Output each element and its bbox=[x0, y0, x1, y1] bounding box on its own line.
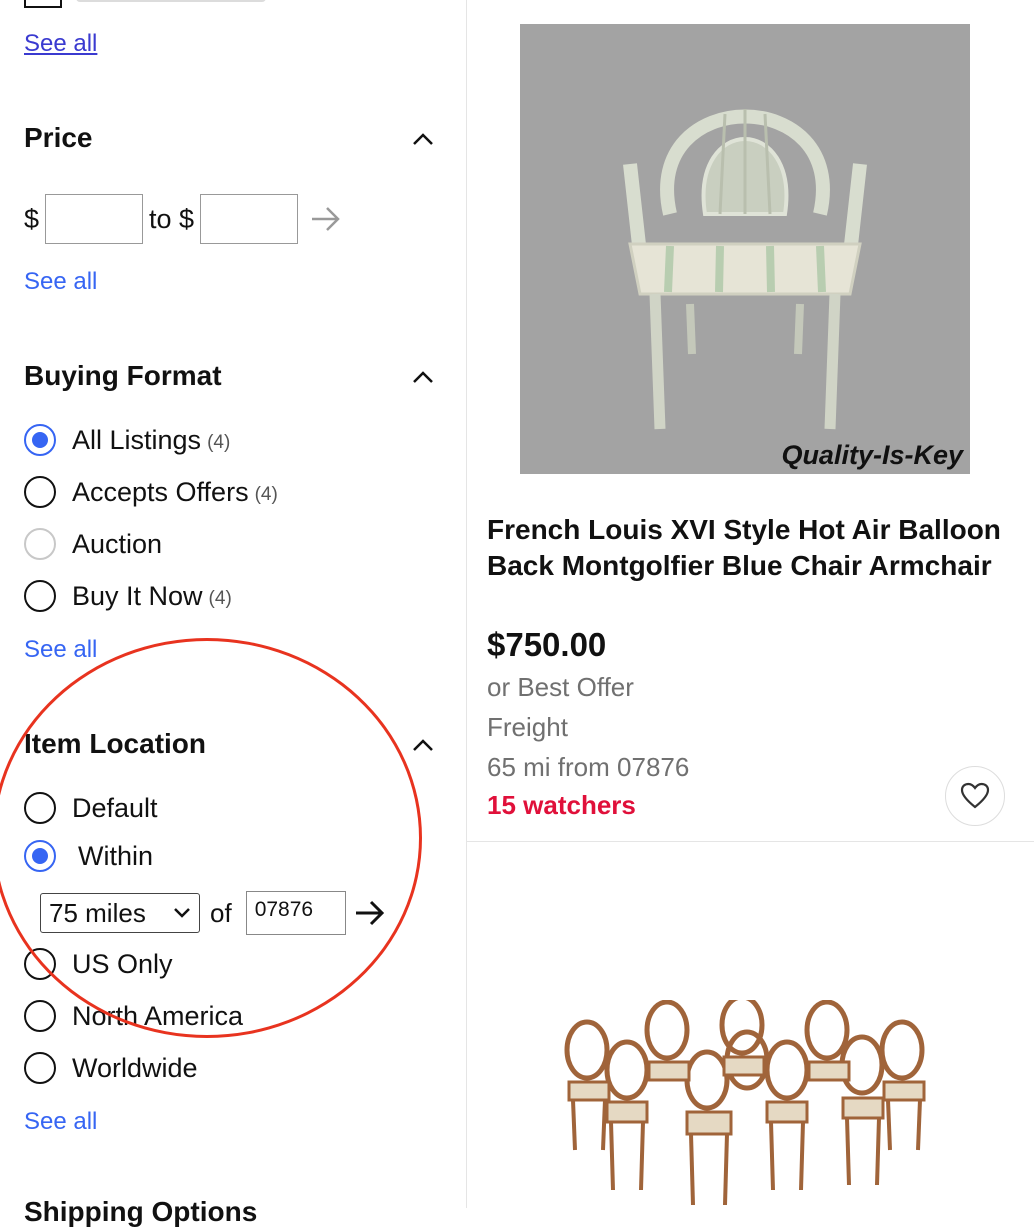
divider bbox=[467, 841, 1034, 842]
arrow-right-icon[interactable] bbox=[310, 204, 342, 234]
radio-accepts-offers[interactable]: Accepts Offers (4) bbox=[24, 472, 278, 512]
arrow-right-icon[interactable] bbox=[354, 898, 386, 928]
radio-count: (4) bbox=[254, 484, 278, 505]
radio-button[interactable] bbox=[24, 476, 56, 508]
of-label: of bbox=[210, 897, 232, 928]
chevron-up-icon[interactable] bbox=[410, 368, 436, 386]
min-price-input[interactable] bbox=[45, 194, 144, 244]
product-title[interactable]: French Louis XVI Style Hot Air Balloon B… bbox=[487, 512, 1017, 584]
distance-select[interactable]: 75 miles bbox=[40, 893, 200, 933]
product-image-chair-set[interactable] bbox=[557, 1000, 937, 1208]
checkbox-partial[interactable] bbox=[24, 0, 62, 8]
watermark-text: Quality-Is-Key bbox=[781, 440, 965, 470]
price-header: Price bbox=[24, 122, 93, 153]
chevron-up-icon[interactable] bbox=[410, 130, 436, 148]
zip-code-input[interactable]: 07876 bbox=[245, 891, 346, 935]
radio-label: Worldwide bbox=[72, 1052, 198, 1083]
watchers-count: 15 watchers bbox=[487, 790, 636, 820]
results-list: Quality-Is-Key French Louis XVI Style Ho… bbox=[467, 0, 1034, 1208]
radio-button[interactable] bbox=[24, 840, 56, 872]
price-see-all-link[interactable]: See all bbox=[24, 268, 97, 296]
shipping-text: Freight bbox=[487, 712, 568, 742]
radio-button[interactable] bbox=[24, 580, 56, 612]
radio-label: Default bbox=[72, 792, 158, 823]
shipping-options-header: Shipping Options bbox=[24, 1196, 258, 1227]
chevron-down-icon bbox=[174, 908, 190, 918]
radio-button[interactable] bbox=[24, 948, 56, 980]
filter-sidebar: See all Price $ to $ See all Buying Form… bbox=[0, 0, 467, 1227]
watch-button[interactable] bbox=[945, 766, 1005, 826]
product-price: $750.00 bbox=[487, 626, 607, 663]
radio-count: (4) bbox=[208, 588, 232, 609]
radio-buy-it-now[interactable]: Buy It Now (4) bbox=[24, 576, 232, 616]
product-image[interactable]: Quality-Is-Key bbox=[520, 24, 970, 474]
radio-location-north-america[interactable]: North America bbox=[24, 996, 243, 1036]
radio-label: Within bbox=[78, 840, 154, 871]
currency-symbol: $ bbox=[24, 203, 40, 234]
radio-all-listings[interactable]: All Listings (4) bbox=[24, 420, 230, 460]
price-range: $ to $ bbox=[24, 194, 342, 244]
buying-format-see-all-link[interactable]: See all bbox=[24, 636, 97, 664]
radio-button bbox=[24, 528, 56, 560]
distance-selected-value: 75 miles bbox=[49, 897, 146, 928]
checkbox-label-partial bbox=[76, 0, 266, 2]
within-distance-row: 75 miles of 07876 bbox=[40, 891, 386, 935]
item-location-see-all-link[interactable]: See all bbox=[24, 1108, 97, 1136]
radio-button[interactable] bbox=[24, 1000, 56, 1032]
radio-label: Accepts Offers bbox=[72, 476, 249, 507]
radio-label: All Listings bbox=[72, 424, 202, 455]
radio-button[interactable] bbox=[24, 1052, 56, 1084]
see-all-link[interactable]: See all bbox=[24, 30, 97, 58]
item-location-header: Item Location bbox=[24, 728, 207, 759]
best-offer-text: or Best Offer bbox=[487, 672, 634, 702]
radio-location-worldwide[interactable]: Worldwide bbox=[24, 1048, 198, 1088]
radio-label: Buy It Now bbox=[72, 580, 203, 611]
max-price-input[interactable] bbox=[200, 194, 299, 244]
heart-icon bbox=[960, 782, 990, 809]
radio-location-default[interactable]: Default bbox=[24, 788, 158, 828]
chair-illustration: Quality-Is-Key bbox=[520, 24, 970, 474]
to-label: to $ bbox=[149, 203, 195, 234]
radio-button[interactable] bbox=[24, 792, 56, 824]
radio-label: US Only bbox=[72, 948, 173, 979]
radio-button[interactable] bbox=[24, 424, 56, 456]
radio-location-us-only[interactable]: US Only bbox=[24, 944, 173, 984]
radio-location-within[interactable]: Within bbox=[24, 836, 153, 876]
radio-count: (4) bbox=[207, 432, 231, 453]
radio-label: North America bbox=[72, 1000, 244, 1031]
radio-auction: Auction bbox=[24, 524, 162, 564]
buying-format-header: Buying Format bbox=[24, 360, 222, 391]
distance-text: 65 mi from 07876 bbox=[487, 752, 690, 782]
radio-label: Auction bbox=[72, 528, 163, 559]
chevron-up-icon[interactable] bbox=[410, 736, 436, 754]
